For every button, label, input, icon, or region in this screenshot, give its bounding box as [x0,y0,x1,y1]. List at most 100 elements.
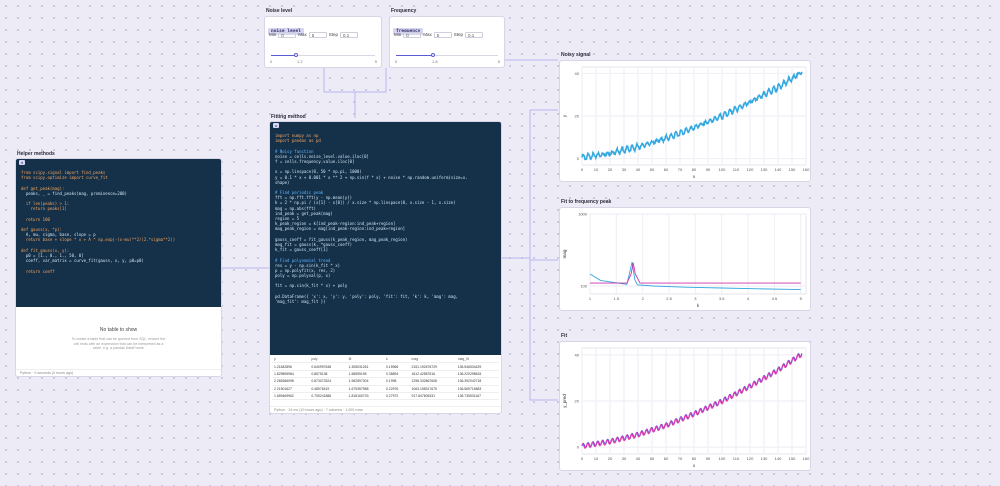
table-cell: 1.56595195 [346,370,384,379]
frequency-slider[interactable] [396,53,498,57]
x-tick-label: 40 [636,167,641,172]
x-tick-label: 3.5 [719,296,725,301]
slider-fill [271,55,296,56]
x-tick-label: 4.5 [772,296,778,301]
x-tick-label: 100 [719,167,726,172]
table-cell: 0.8575138 [309,370,347,379]
y-tick-label: 0 [577,156,580,161]
table-cell: 0.640997648 [309,362,347,371]
x-tick-label: 130 [761,456,768,461]
table-cell: 2.21901627 [272,385,310,393]
helper-methods-title: Helper methods [17,151,55,157]
x-tick-label: 60 [664,167,669,172]
max-input[interactable]: 5 [433,31,452,38]
fit-peak-chart-card: 1 1.5 2 2.5 3 3.5 4 4.5 5 100 1000 k mag [559,207,811,311]
noise-level-slider[interactable] [271,53,375,57]
step-label: Step [453,32,464,37]
table-cell: 0.27972 [383,392,410,401]
code-line: y = 0.1 * x + 0.001 * x ** 2 + np.sin(f … [275,174,468,180]
fit-chart: 0 10 20 30 40 50 60 70 80 90 100 110 120 130 140 150 160… [562,347,810,468]
x-tick-label: 70 [678,456,683,461]
x-tick-label: 160 [803,456,810,461]
x-tick-label: 90 [706,456,711,461]
min-label: Min [394,32,402,37]
slider-fill [396,55,433,56]
table-row[interactable]: 1.829895984 0.8575138 1.56595195 0.35894 161… [272,370,499,379]
max-input[interactable]: 5 [308,31,327,38]
x-tick-label: 110 [733,456,740,461]
table-row[interactable]: 1.21842896 0.640997648 1.305031261 0.15966 2… [272,362,499,371]
x-tick-label: 30 [622,167,627,172]
noise-level-title: Noise level [266,8,293,14]
min-input[interactable]: 0 [403,31,422,38]
table-cell: 136.220298615 [455,370,499,379]
y-tick-label: 0 [577,445,580,450]
x-tick-label: 150 [789,167,796,172]
x-tick-label: 80 [692,167,697,172]
min-input[interactable]: 0 [278,31,297,38]
x-tick-label: 2 [642,296,645,301]
slider-handle[interactable] [293,53,298,57]
table-row[interactable]: 1.659469962 0.705241886 1.818160733 0.27972… [272,392,499,401]
fitting-cell-footer: Python · 24 ms (10 hours ago) · 7 column… [270,406,501,413]
column-header[interactable]: poly [309,356,347,364]
plot-area [589,213,807,295]
column-header[interactable]: fit [346,356,384,364]
noisy-signal-title: Noisy signal [561,52,591,58]
max-label: Max [423,32,432,37]
table-cell: 1.679357988 [346,385,384,393]
frequency-title: Frequency [391,8,417,14]
x-tick-label: 70 [678,167,683,172]
table-cell: 0.48976419 [309,385,347,393]
cell-id-badge: a [273,123,279,128]
max-label: Max [298,32,307,37]
column-header[interactable]: y [272,356,310,364]
x-tick-label: 1.5 [614,296,620,301]
table-row[interactable]: 2.21901627 0.48976419 1.679357988 0.22976 10… [272,385,499,393]
table-cell: 1.962597304 [346,377,384,386]
table-row[interactable]: 2.265366098 0.873073324 1.962597304 0.1998 1… [272,377,499,386]
result-table[interactable]: y poly fit k mag mag_fit 1.21842896 0.640997648… [272,356,499,401]
table-cell: 0.1998 [383,377,410,386]
column-header[interactable]: k [383,356,410,364]
x-tick-label: 60 [664,456,669,461]
x-tick-label: 140 [775,167,782,172]
frequency-settings: Min 0 Max 5 Step 0.1 [394,31,500,38]
y-tick-label: 1000 [578,212,588,217]
x-tick-label: 160 [803,167,810,172]
x-tick-label: 80 [692,456,697,461]
table-cell: 2151.192676729 [409,362,456,371]
helper-code-editor[interactable]: from scipy.signal import find_peaks from … [16,166,221,307]
y-tick-label: 100 [580,284,587,289]
step-input[interactable]: 0.1 [340,31,359,38]
x-tick-label: 2.5 [666,296,672,301]
x-axis-label: k [697,303,700,308]
x-axis-label: x [693,174,696,179]
slider-min-tick: 0 [270,59,273,64]
column-header[interactable]: mag_fit [455,356,499,364]
table-cell: 1.829895984 [272,370,310,379]
x-tick-label: 120 [747,456,754,461]
fitting-method-cell[interactable]: a import numpy as np import pandas as pd #… [269,121,502,414]
empty-table-text: To create a table that can be queried fr… [71,337,166,351]
empty-table-title: No table to show [99,327,138,333]
code-line: return coeff [21,268,55,274]
fit-title: Fit [561,333,568,339]
x-tick-label: 30 [622,456,627,461]
column-header[interactable]: mag [409,356,456,364]
fitting-code-editor[interactable]: import numpy as np import pandas as pd # N… [270,129,501,355]
noisy-signal-chart-card: 0 10 20 30 40 50 60 70 80 90 100 110 120 130 140 150 160… [559,60,811,182]
code-line: 'mag_fit': mag_fit }) [275,299,326,304]
x-tick-label: 130 [761,167,768,172]
step-label: Step [328,32,339,37]
table-cell: 136.546534429 [455,362,499,371]
x-tick-label: 90 [706,167,711,172]
step-input[interactable]: 0.1 [465,31,484,38]
y-tick-label: 20 [575,399,580,404]
helper-methods-cell[interactable]: d from scipy.signal import find_peaks fro… [15,158,222,377]
x-tick-label: 100 [719,456,726,461]
slider-handle[interactable] [430,53,435,57]
table-cell: 1.305031261 [346,362,384,371]
fit-chart-card: 0 10 20 30 40 50 60 70 80 90 100 110 120 130 140 150 160… [559,341,811,471]
x-tick-label: 1 [589,296,592,301]
